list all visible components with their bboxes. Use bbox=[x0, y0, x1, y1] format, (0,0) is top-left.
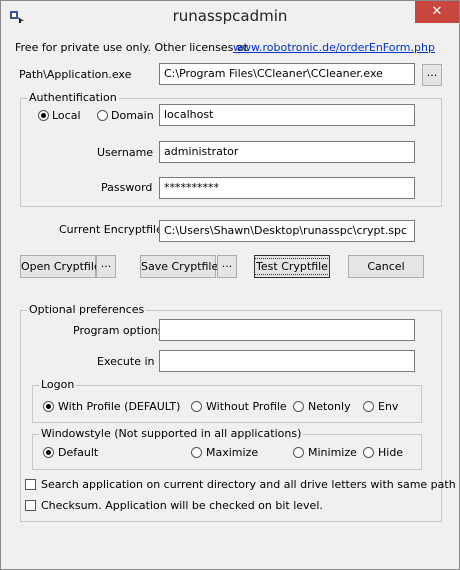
save-cryptfile-button[interactable]: Save Cryptfile bbox=[140, 255, 218, 278]
search-all-drives-label: Search application on current directory … bbox=[41, 478, 456, 491]
program-options-label: Program options bbox=[73, 324, 164, 337]
test-cryptfile-button[interactable]: Test Cryptfile bbox=[254, 255, 330, 278]
username-label: Username bbox=[97, 146, 154, 159]
windowstyle-hide-radio[interactable] bbox=[363, 447, 374, 458]
close-button[interactable]: ✕ bbox=[415, 1, 459, 23]
logon-without-profile-label: Without Profile bbox=[206, 400, 287, 413]
password-label: Password bbox=[101, 181, 153, 194]
logon-without-profile-radio[interactable] bbox=[191, 401, 202, 412]
windowstyle-minimize-label: Minimize bbox=[308, 446, 357, 459]
path-label: Path\Application.exe bbox=[19, 68, 132, 81]
username-input[interactable]: administrator bbox=[159, 141, 415, 163]
auth-local-label: Local bbox=[52, 109, 81, 122]
cancel-button[interactable]: Cancel bbox=[348, 255, 424, 278]
open-cryptfile-more-button[interactable]: ... bbox=[96, 255, 116, 278]
execute-in-input[interactable] bbox=[159, 350, 415, 372]
execute-in-label: Execute in bbox=[97, 355, 155, 368]
logon-group-title: Logon bbox=[39, 378, 77, 391]
windowstyle-minimize-radio[interactable] bbox=[293, 447, 304, 458]
auth-domain-radio[interactable] bbox=[97, 110, 108, 121]
order-link[interactable]: www.robotronic.de/orderEnForm.php bbox=[233, 41, 435, 54]
save-cryptfile-more-button[interactable]: ... bbox=[217, 255, 237, 278]
search-all-drives-checkbox[interactable] bbox=[25, 479, 36, 490]
path-browse-button[interactable]: ... bbox=[422, 64, 442, 86]
logon-netonly-label: Netonly bbox=[308, 400, 351, 413]
windowstyle-maximize-label: Maximize bbox=[206, 446, 259, 459]
windowstyle-hide-label: Hide bbox=[378, 446, 404, 459]
license-text: Free for private use only. Other license… bbox=[15, 41, 248, 54]
logon-env-label: Env bbox=[378, 400, 399, 413]
logon-netonly-radio[interactable] bbox=[293, 401, 304, 412]
windowstyle-default-radio[interactable] bbox=[43, 447, 54, 458]
auth-domain-label: Domain bbox=[111, 109, 154, 122]
cryptfile-input[interactable]: C:\Users\Shawn\Desktop\runasspc\crypt.sp… bbox=[159, 220, 415, 242]
title-bar: runasspcadmin ✕ bbox=[1, 1, 459, 31]
app-window: runasspcadmin ✕ Free for private use onl… bbox=[0, 0, 460, 570]
logon-env-radio[interactable] bbox=[363, 401, 374, 412]
close-icon: ✕ bbox=[431, 4, 443, 19]
cryptfile-label: Current Encryptfile bbox=[59, 223, 163, 236]
windowstyle-group-title: Windowstyle (Not supported in all applic… bbox=[39, 427, 304, 440]
program-options-input[interactable] bbox=[159, 319, 415, 341]
password-input[interactable]: ********** bbox=[159, 177, 415, 199]
auth-local-radio[interactable] bbox=[38, 110, 49, 121]
open-cryptfile-button[interactable]: Open Cryptfile bbox=[20, 255, 101, 278]
logon-with-profile-label: With Profile (DEFAULT) bbox=[58, 400, 181, 413]
test-cryptfile-label: Test Cryptfile bbox=[254, 258, 330, 275]
checksum-checkbox[interactable] bbox=[25, 500, 36, 511]
optional-group-title: Optional preferences bbox=[27, 303, 147, 316]
window-title: runasspcadmin bbox=[172, 7, 288, 25]
checksum-label: Checksum. Application will be checked on… bbox=[41, 499, 323, 512]
domain-input[interactable]: localhost bbox=[159, 104, 415, 126]
path-input[interactable]: C:\Program Files\CCleaner\CCleaner.exe bbox=[159, 63, 415, 85]
auth-group-title: Authentification bbox=[27, 91, 119, 104]
windowstyle-default-label: Default bbox=[58, 446, 99, 459]
windowstyle-maximize-radio[interactable] bbox=[191, 447, 202, 458]
logon-with-profile-radio[interactable] bbox=[43, 401, 54, 412]
